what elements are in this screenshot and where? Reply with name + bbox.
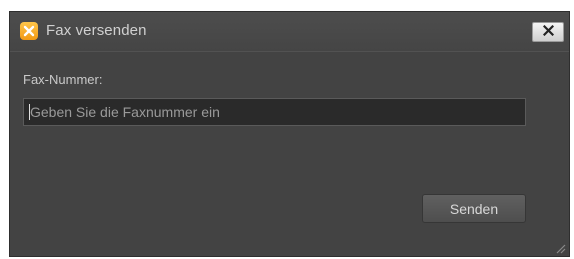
title-bar[interactable]: Fax versenden <box>10 12 569 52</box>
fax-number-input[interactable] <box>23 98 526 126</box>
fax-dialog: Fax versenden Fax-Nummer: Senden <box>9 11 570 257</box>
send-button[interactable]: Senden <box>422 194 526 223</box>
dialog-title: Fax versenden <box>46 22 147 39</box>
resize-grip-icon[interactable] <box>554 241 566 254</box>
close-button[interactable] <box>532 22 564 42</box>
fax-number-label: Fax-Nummer: <box>23 72 103 87</box>
close-icon <box>542 23 554 41</box>
fax-app-icon <box>20 22 38 40</box>
text-caret <box>29 104 30 120</box>
